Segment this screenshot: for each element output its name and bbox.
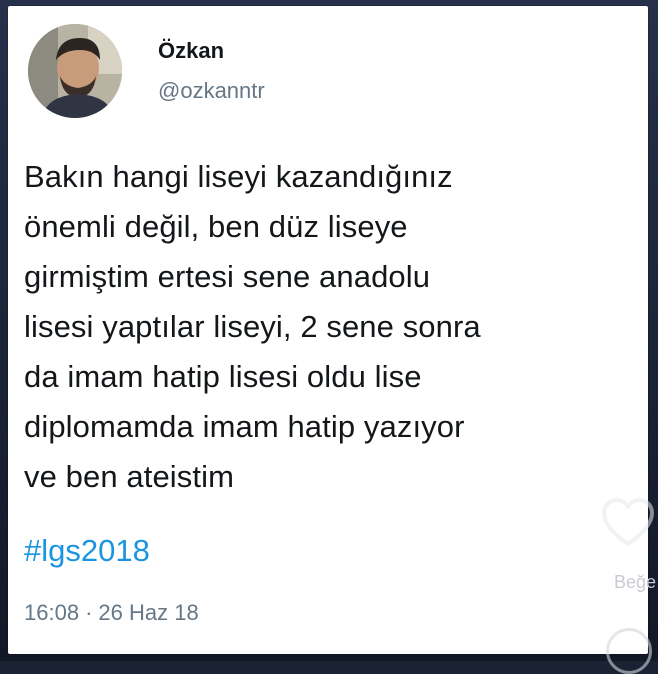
tweet-timestamp[interactable]: 16:08 · 26 Haz 18 — [24, 600, 199, 626]
tweet-text-line: Bakın hangi liseyi kazandığınız — [24, 159, 453, 194]
tweet-header: Özkan @ozkanntr — [22, 20, 622, 120]
avatar[interactable] — [28, 24, 122, 118]
tweet-time: 16:08 — [24, 600, 80, 625]
tweet-text: Bakın hangi liseyi kazandığınız önemli d… — [24, 152, 644, 502]
tweet-text-line: diplomamda imam hatip yazıyor — [24, 409, 465, 444]
timestamp-separator: · — [85, 600, 93, 625]
author-handle[interactable]: @ozkanntr — [158, 78, 265, 104]
heart-outline-icon — [602, 498, 654, 546]
tweet-text-line: da imam hatip lisesi oldu lise — [24, 359, 422, 394]
circle-icon[interactable] — [606, 628, 652, 674]
tweet-date: 26 Haz 18 — [98, 600, 199, 625]
user-avatar-icon — [28, 24, 122, 118]
hashtag-link[interactable]: #lgs2018 — [24, 533, 150, 569]
tweet-text-line: ve ben ateistim — [24, 459, 234, 494]
tweet-text-line: önemli değil, ben düz liseye — [24, 209, 408, 244]
tweet-text-line: lisesi yaptılar liseyi, 2 sene sonra — [24, 309, 481, 344]
tweet-text-line: girmiştim ertesi sene anadolu — [24, 259, 431, 294]
like-label: Beğe — [613, 572, 656, 592]
author-name[interactable]: Özkan — [158, 38, 224, 64]
tweet-card: Özkan @ozkanntr Bakın hangi liseyi kazan… — [8, 6, 648, 654]
